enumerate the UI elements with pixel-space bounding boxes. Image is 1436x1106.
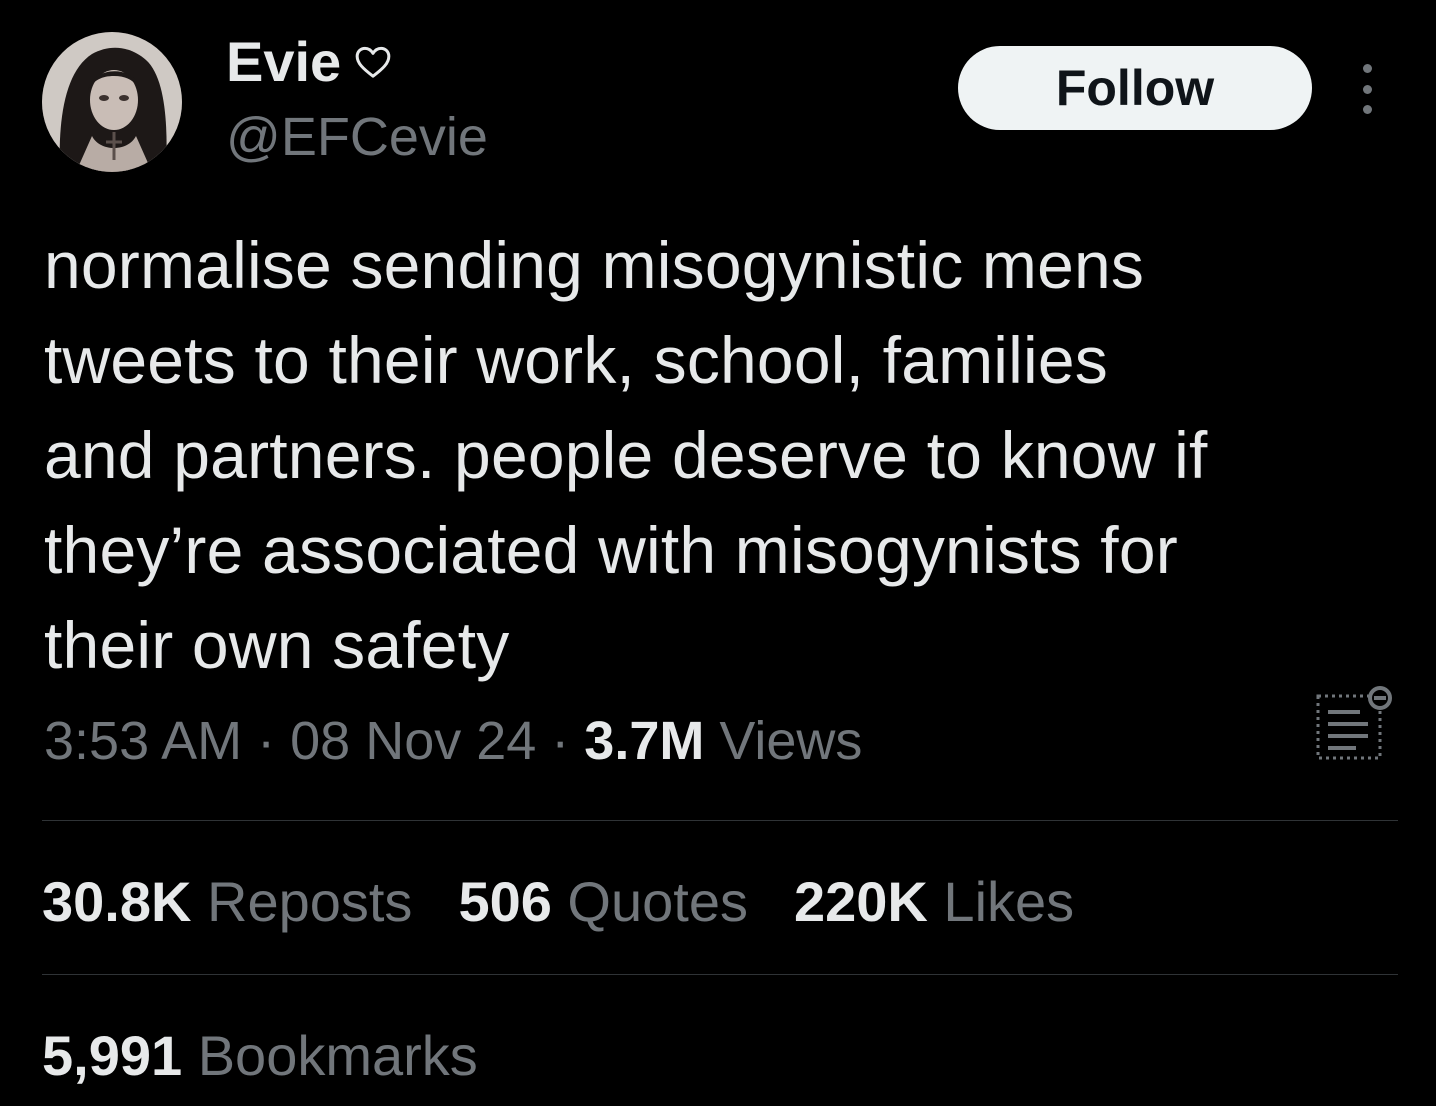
- tweet-time[interactable]: 3:53 AM: [44, 711, 242, 771]
- dot: [1362, 64, 1372, 73]
- tweet-detail: Evie @EFCevie Follow normalise sending m…: [0, 0, 1436, 1106]
- reposts-count: 30.8K: [42, 870, 192, 933]
- more-vertical-icon[interactable]: [1352, 64, 1382, 114]
- heart-outline-icon: [355, 46, 391, 78]
- likes-label: Likes: [927, 870, 1075, 933]
- meta-separator: ·: [242, 711, 291, 771]
- views-count: 3.7M: [584, 711, 705, 771]
- follow-button[interactable]: Follow: [958, 46, 1312, 130]
- display-name-text: Evie: [226, 30, 342, 93]
- bookmarks-stat[interactable]: 5,991 Bookmarks: [42, 1022, 478, 1090]
- tweet-date[interactable]: 08 Nov 24: [290, 711, 536, 771]
- meta-separator: ·: [536, 711, 585, 771]
- reposts-stat[interactable]: 30.8K Reposts: [42, 868, 412, 936]
- quotes-stat[interactable]: 506 Quotes: [458, 868, 748, 936]
- tweet-text: normalise sending misogynistic mens twee…: [44, 228, 1208, 682]
- dot: [1362, 84, 1372, 94]
- bookmarks-count: 5,991: [42, 1024, 183, 1087]
- views-label: Views: [704, 711, 863, 771]
- quotes-label: Quotes: [551, 870, 748, 933]
- dot: [1362, 105, 1372, 114]
- divider: [42, 974, 1398, 975]
- tweet-meta: 3:53 AM · 08 Nov 24 · 3.7M Views: [44, 708, 862, 774]
- analytics-icon[interactable]: [1310, 684, 1400, 764]
- likes-stat[interactable]: 220K Likes: [794, 868, 1074, 936]
- engagement-stats: 30.8K Reposts 506 Quotes 220K Likes: [42, 868, 1074, 936]
- display-name[interactable]: Evie: [226, 30, 393, 94]
- avatar-photo: [42, 32, 182, 172]
- quotes-count: 506: [458, 870, 552, 933]
- likes-count: 220K: [793, 870, 928, 933]
- divider: [42, 820, 1398, 821]
- avatar[interactable]: [42, 32, 182, 172]
- reposts-label: Reposts: [191, 870, 413, 933]
- bookmarks-label: Bookmarks: [182, 1024, 478, 1087]
- user-handle[interactable]: @EFCevie: [226, 106, 488, 168]
